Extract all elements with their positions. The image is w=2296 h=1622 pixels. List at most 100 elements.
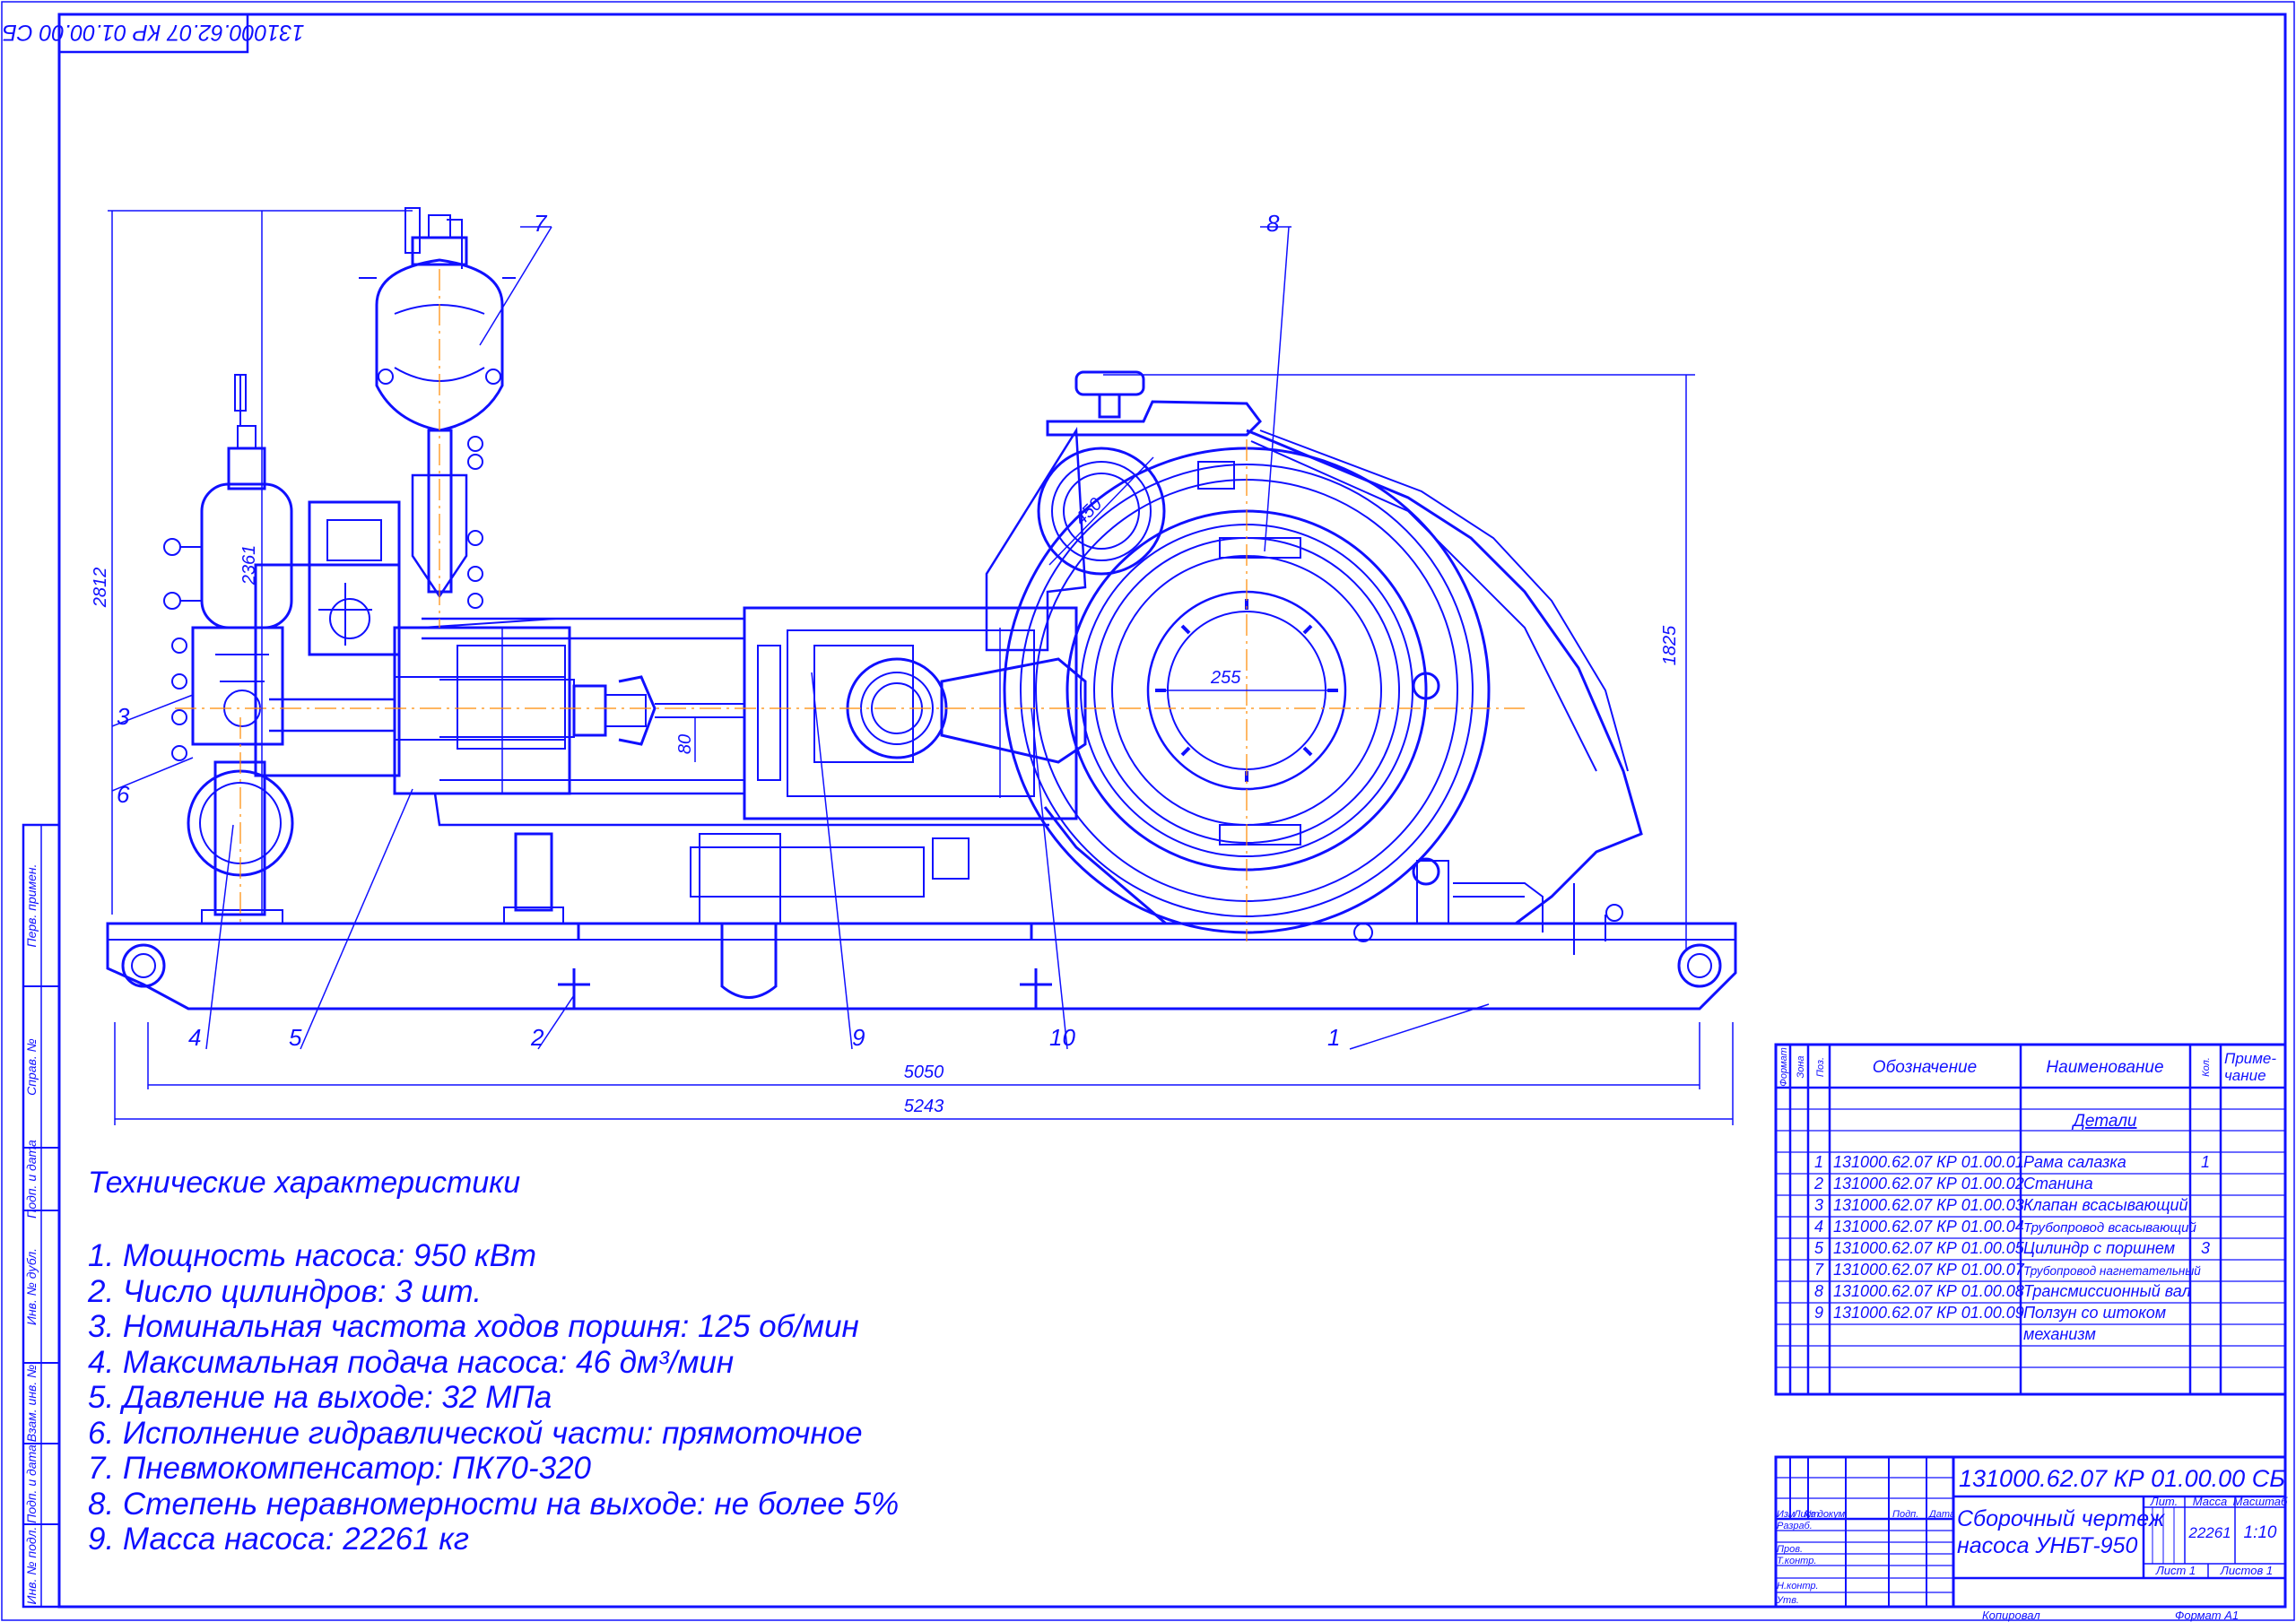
cylinder-block xyxy=(393,626,571,795)
title-name-1: Сборочный чертеж xyxy=(1957,1506,2166,1531)
specification-table: Формат Зона Поз. Кол. Обозначение Наимен… xyxy=(1774,1043,2287,1396)
row-code: 131000.62.07 КР 01.00.07 xyxy=(1833,1261,2025,1279)
dim-450: 450 xyxy=(1071,494,1106,529)
side-label: Справ. № xyxy=(24,1038,39,1096)
col-doc: № докум. xyxy=(1805,1509,1848,1520)
header-format: Формат xyxy=(1779,1047,1789,1087)
callout-8: 8 xyxy=(1266,210,1280,237)
dim-255: 255 xyxy=(1210,668,1241,688)
row-qty: 1 xyxy=(2201,1153,2210,1171)
row-pos: 4 xyxy=(1814,1218,1823,1236)
piston-rod-coupling xyxy=(618,675,657,746)
row-name: Ползун со штоком xyxy=(2023,1304,2166,1322)
pump-assembly-drawing xyxy=(106,207,1737,1010)
mass-label: Масса xyxy=(2193,1495,2227,1508)
tech-item: 7. Пневмокомпенсатор: ПК70-320 xyxy=(88,1451,592,1486)
suction-valve-block xyxy=(191,626,284,746)
col-sign: Подп. xyxy=(1892,1509,1918,1520)
callout-9: 9 xyxy=(852,1024,865,1051)
row-pos: 1 xyxy=(1814,1153,1823,1171)
callout-5: 5 xyxy=(289,1024,302,1051)
col-date: Дата xyxy=(1927,1509,1955,1520)
dim-2361: 2361 xyxy=(239,545,259,586)
row-code: 131000.62.07 КР 01.00.08 xyxy=(1833,1282,2024,1300)
side-label: Инв. № подл. xyxy=(24,1527,39,1605)
tech-item: 8. Степень неравномерности на выходе: не… xyxy=(88,1486,900,1522)
callout-3: 3 xyxy=(117,703,130,730)
row-name: Клапан всасывающий xyxy=(2023,1196,2188,1214)
callout-4: 4 xyxy=(188,1024,201,1051)
role-developer: Разраб. xyxy=(1777,1521,1813,1531)
callout-6: 6 xyxy=(117,781,130,808)
dim-5050: 5050 xyxy=(904,1063,944,1082)
crankcase-body xyxy=(1043,429,1643,925)
title-name-2: насоса УНБТ-950 xyxy=(1957,1533,2137,1558)
lit-label: Лит. xyxy=(2150,1495,2178,1508)
tech-item: 4. Максимальная подача насоса: 46 дм³/ми… xyxy=(88,1344,735,1380)
header-note-2: чание xyxy=(2224,1067,2266,1084)
hydraulic-pipe xyxy=(720,924,778,999)
row-pos: 7 xyxy=(1814,1261,1824,1279)
dim-2812: 2812 xyxy=(91,568,110,609)
skid-frame xyxy=(106,922,1737,1010)
row-code: 131000.62.07 КР 01.00.04 xyxy=(1833,1218,2024,1236)
row-pos: 8 xyxy=(1814,1282,1823,1300)
header-note-1: Приме- xyxy=(2224,1050,2276,1067)
row-pos: 2 xyxy=(1813,1175,1823,1193)
mass-value: 22261 xyxy=(2187,1524,2231,1541)
tech-item: 2. Число цилиндров: 3 шт. xyxy=(88,1273,483,1309)
row-pos: 3 xyxy=(1814,1196,1823,1214)
connecting-rod xyxy=(940,657,1087,764)
scale-value: 1:10 xyxy=(2244,1523,2277,1542)
callout-2: 2 xyxy=(530,1024,544,1051)
role-checker: Пров. xyxy=(1777,1544,1803,1555)
row-name: Станина xyxy=(2023,1175,2093,1193)
scale-label: Масштаб xyxy=(2233,1495,2288,1508)
section-title: Детали xyxy=(2072,1112,2137,1131)
technical-characteristics: Технические характеристики 1. Мощность н… xyxy=(88,1166,1074,1557)
row-code: 131000.62.07 КР 01.00.09 xyxy=(1833,1304,2024,1322)
col-izm: Изм xyxy=(1777,1509,1796,1520)
side-label: Взам. инв. № xyxy=(24,1365,39,1443)
row-name: Трансмиссионный вал xyxy=(2023,1282,2191,1300)
header-name: Наименование xyxy=(2046,1058,2163,1077)
dim-80: 80 xyxy=(675,734,695,754)
copied-label: Копировал xyxy=(1982,1609,2040,1622)
row-name: Рама салазка xyxy=(2023,1153,2126,1171)
role-approved: Утв. xyxy=(1776,1595,1799,1606)
callout-7: 7 xyxy=(534,210,548,237)
row-code: 131000.62.07 КР 01.00.03 xyxy=(1833,1196,2024,1214)
discharge-valve-block xyxy=(308,500,401,656)
header-pos: Поз. xyxy=(1815,1057,1826,1077)
crankcase-top xyxy=(1046,400,1262,437)
tech-item: 3. Номинальная частота ходов поршня: 125… xyxy=(88,1309,859,1344)
sheet-label: Лист 1 xyxy=(2155,1564,2196,1577)
format-label: Формат А1 xyxy=(2175,1609,2239,1622)
header-qty: Кол. xyxy=(2201,1057,2212,1077)
title-block: 131000.62.07 КР 01.00.00 СБ Сборочный че… xyxy=(1774,1455,2288,1622)
side-column-labels: Перв. примен. Справ. № Подп. и дата Инв.… xyxy=(24,863,39,1604)
tech-item: 6. Исполнение гидравлической части: прям… xyxy=(88,1415,863,1451)
role-ncontrol: Н.контр. xyxy=(1777,1581,1819,1592)
tech-title: Технические характеристики xyxy=(88,1166,521,1200)
tech-item: 9. Масса насоса: 22261 кг xyxy=(88,1522,470,1557)
side-label: Инв. № дубл. xyxy=(24,1248,39,1325)
header-zone: Зона xyxy=(1796,1055,1806,1078)
side-label: Подп. и дата xyxy=(24,1140,39,1219)
side-label: Подп. и дата xyxy=(24,1444,39,1523)
row-code: 131000.62.07 КР 01.00.02 xyxy=(1833,1175,2024,1193)
row-name: Цилиндр с поршнем xyxy=(2023,1239,2175,1257)
sheets-label: Листов 1 xyxy=(2220,1564,2273,1577)
row-code: 131000.62.07 КР 01.00.05 xyxy=(1833,1239,2025,1257)
callout-1: 1 xyxy=(1327,1024,1340,1051)
row-name: Трубопровод всасывающий xyxy=(2023,1220,2196,1236)
spec-rows: 1 131000.62.07 КР 01.00.01 Рама салазка … xyxy=(1813,1153,2210,1343)
row-code: 131000.62.07 КР 01.00.01 xyxy=(1833,1153,2024,1171)
title-code: 131000.62.07 КР 01.00.00 СБ xyxy=(1959,1465,2285,1492)
dim-1825: 1825 xyxy=(1660,625,1680,665)
rotated-stamp: 131000.62.07 КР 01.00.00 СБ xyxy=(3,20,305,45)
row-pos: 5 xyxy=(1814,1239,1824,1257)
row-pos: 9 xyxy=(1814,1304,1823,1322)
callout-10: 10 xyxy=(1049,1024,1075,1051)
role-tcontrol: Т.контр. xyxy=(1777,1556,1816,1566)
